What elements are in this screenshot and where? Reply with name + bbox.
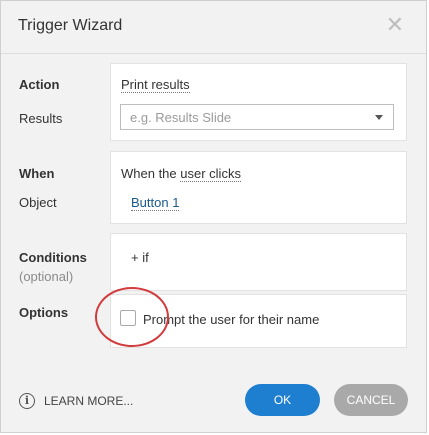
action-value[interactable]: Print results (121, 77, 190, 93)
object-label: Object (19, 195, 57, 210)
options-label: Options (19, 305, 69, 320)
results-dropdown[interactable]: e.g. Results Slide (120, 104, 394, 130)
info-icon[interactable]: i (19, 393, 35, 409)
highlight-circle (95, 287, 169, 347)
results-placeholder: e.g. Results Slide (130, 110, 232, 125)
conditions-label: Conditions (19, 250, 87, 265)
when-text: When the user clicks (121, 166, 241, 182)
add-condition-link[interactable]: + if (131, 250, 149, 265)
title-bar: Trigger Wizard ✕ (1, 1, 426, 54)
when-panel (110, 151, 407, 224)
conditions-sublabel: (optional) (19, 269, 74, 284)
conditions-panel (110, 233, 407, 291)
when-value[interactable]: user clicks (180, 166, 241, 182)
learn-more-link[interactable]: LEARN MORE... (44, 394, 133, 408)
object-value[interactable]: Button 1 (131, 195, 180, 211)
cancel-button[interactable]: CANCEL (334, 384, 408, 416)
ok-button[interactable]: OK (245, 384, 320, 416)
when-prefix: When the (121, 166, 181, 181)
results-label: Results (19, 111, 63, 126)
when-label: When (19, 166, 55, 181)
dialog-title: Trigger Wizard (18, 17, 123, 34)
prompt-name-label[interactable]: Prompt the user for their name (143, 312, 319, 327)
close-icon[interactable]: ✕ (386, 13, 404, 37)
dropdown-caret-icon (375, 115, 383, 120)
action-label: Action (19, 77, 60, 92)
trigger-wizard-dialog: Trigger Wizard ✕ Action Print results Re… (0, 0, 427, 433)
